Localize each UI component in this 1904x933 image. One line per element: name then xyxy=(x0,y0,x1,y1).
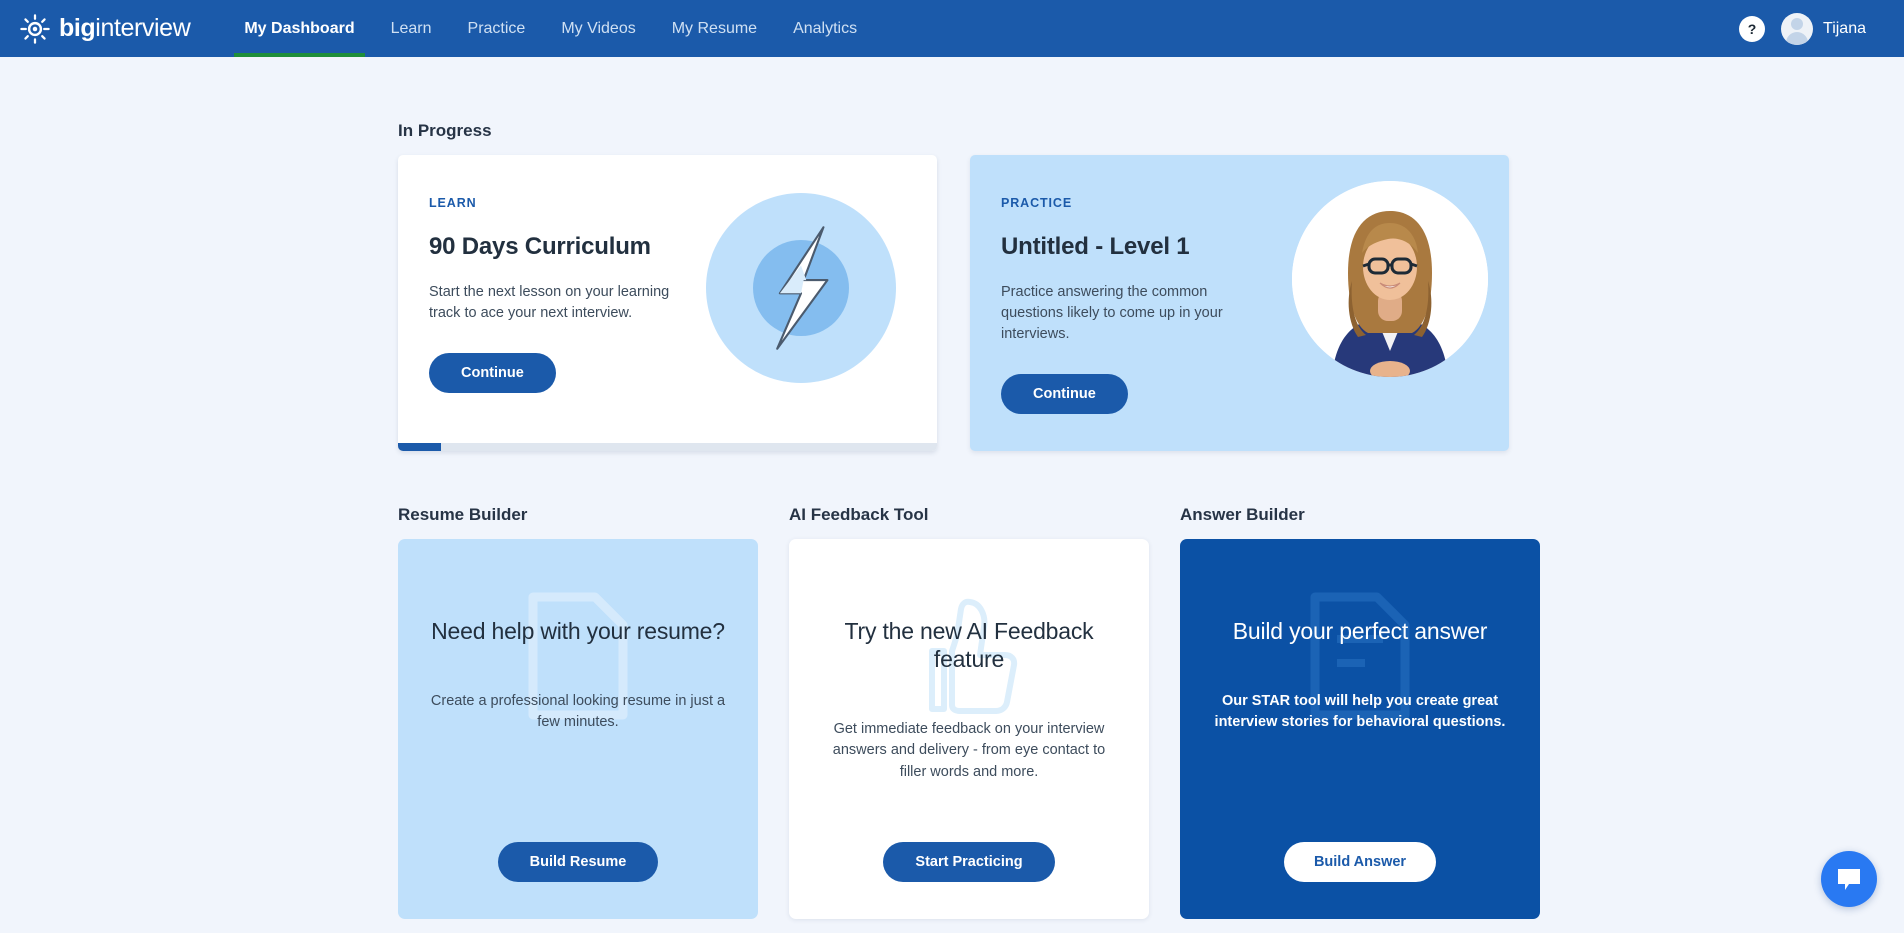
interviewer-photo xyxy=(1292,181,1488,377)
brand-logo[interactable]: biginterview xyxy=(20,0,226,57)
ai-feedback-description: Get immediate feedback on your interview… xyxy=(832,721,1106,780)
tool-column-ai-feedback: AI Feedback Tool Try the new AI Feedback… xyxy=(789,451,1149,919)
user-menu[interactable]: Tijana xyxy=(1781,12,1866,45)
start-practicing-button[interactable]: Start Practicing xyxy=(883,842,1055,882)
in-progress-card-learn[interactable]: LEARN 90 Days Curriculum Start the next … xyxy=(398,155,937,451)
nav-item-label: My Resume xyxy=(671,19,758,37)
chat-bubble-icon xyxy=(1838,869,1860,890)
help-icon[interactable]: ? xyxy=(1739,15,1766,42)
practice-card-body: PRACTICE Untitled - Level 1 Practice ans… xyxy=(970,155,1270,451)
avatar xyxy=(1781,12,1814,45)
bolt-glyph xyxy=(776,226,829,350)
nav-item-analytics[interactable]: Analytics xyxy=(775,0,875,57)
tools-row: Resume Builder Need help with your resum… xyxy=(398,451,1541,919)
learn-continue-button[interactable]: Continue xyxy=(429,353,556,394)
learn-progress-bar xyxy=(398,443,937,451)
tool-column-resume-builder: Resume Builder Need help with your resum… xyxy=(398,451,758,919)
sun-icon xyxy=(20,13,50,44)
nav-item-label: Practice xyxy=(467,19,526,37)
nav-item-label: Analytics xyxy=(793,19,858,37)
answer-builder-heading: Answer Builder xyxy=(1180,505,1305,524)
answer-builder-card[interactable]: Build your perfect answer Our STAR tool … xyxy=(1180,539,1540,919)
brand-logo-text-light: interview xyxy=(95,14,191,42)
practice-card-title: Untitled - Level 1 xyxy=(1001,233,1190,260)
ai-feedback-card[interactable]: Try the new AI Feedback feature Get imme… xyxy=(789,539,1149,919)
answer-builder-title: Build your perfect answer xyxy=(1232,618,1488,644)
learn-card-title: 90 Days Curriculum xyxy=(429,233,651,260)
resume-builder-card[interactable]: Need help with your resume? Create a pro… xyxy=(398,539,758,919)
navbar-left: biginterview My Dashboard Learn Practice… xyxy=(0,0,875,57)
nav-item-my-dashboard[interactable]: My Dashboard xyxy=(226,0,372,57)
in-progress-row: LEARN 90 Days Curriculum Start the next … xyxy=(398,155,1541,451)
tool-column-answer-builder: Answer Builder Build your perfect answer… xyxy=(1180,451,1540,919)
navbar-right: ? Tijana xyxy=(1739,0,1904,57)
learn-card-body: LEARN 90 Days Curriculum Start the next … xyxy=(398,155,698,451)
practice-card-illustration xyxy=(1270,155,1509,451)
chat-widget-button[interactable] xyxy=(1821,851,1877,907)
navbar-menu: My Dashboard Learn Practice My Videos My… xyxy=(226,0,875,57)
learn-progress-fill xyxy=(398,443,442,451)
in-progress-heading: In Progress xyxy=(398,121,492,140)
nav-item-label: My Videos xyxy=(561,19,636,37)
user-name-label: Tijana xyxy=(1823,19,1866,37)
nav-item-my-resume[interactable]: My Resume xyxy=(654,0,775,57)
in-progress-card-practice[interactable]: PRACTICE Untitled - Level 1 Practice ans… xyxy=(970,155,1509,451)
resume-builder-description: Create a professional looking resume in … xyxy=(430,693,726,731)
build-answer-button[interactable]: Build Answer xyxy=(1283,842,1437,882)
learn-card-description: Start the next lesson on your learning t… xyxy=(429,284,670,322)
nav-item-label: My Dashboard xyxy=(244,19,355,37)
practice-card-kicker: PRACTICE xyxy=(1001,196,1073,210)
practice-card-description: Practice answering the common questions … xyxy=(1001,284,1223,343)
lightning-bolt-icon xyxy=(706,193,896,383)
top-navbar: biginterview My Dashboard Learn Practice… xyxy=(0,0,1904,57)
brand-logo-text-bold: big xyxy=(59,14,96,42)
ai-feedback-heading: AI Feedback Tool xyxy=(789,505,929,524)
nav-item-practice[interactable]: Practice xyxy=(450,0,544,57)
interviewer-photo-graphic xyxy=(1292,181,1488,377)
nav-item-label: Learn xyxy=(390,19,432,37)
nav-item-my-videos[interactable]: My Videos xyxy=(543,0,653,57)
answer-builder-description: Our STAR tool will help you create great… xyxy=(1214,693,1506,731)
ai-feedback-title: Try the new AI Feedback feature xyxy=(844,618,1094,673)
brand-logo-text: biginterview xyxy=(59,14,191,43)
learn-card-kicker: LEARN xyxy=(429,196,477,210)
resume-builder-title: Need help with your resume? xyxy=(431,618,725,644)
practice-continue-button[interactable]: Continue xyxy=(1001,374,1128,415)
learn-card-illustration xyxy=(698,155,937,451)
nav-item-learn[interactable]: Learn xyxy=(373,0,450,57)
resume-builder-heading: Resume Builder xyxy=(398,505,528,524)
dashboard-content: In Progress LEARN 90 Days Curriculum Sta… xyxy=(0,57,1904,933)
build-resume-button[interactable]: Build Resume xyxy=(497,842,659,882)
